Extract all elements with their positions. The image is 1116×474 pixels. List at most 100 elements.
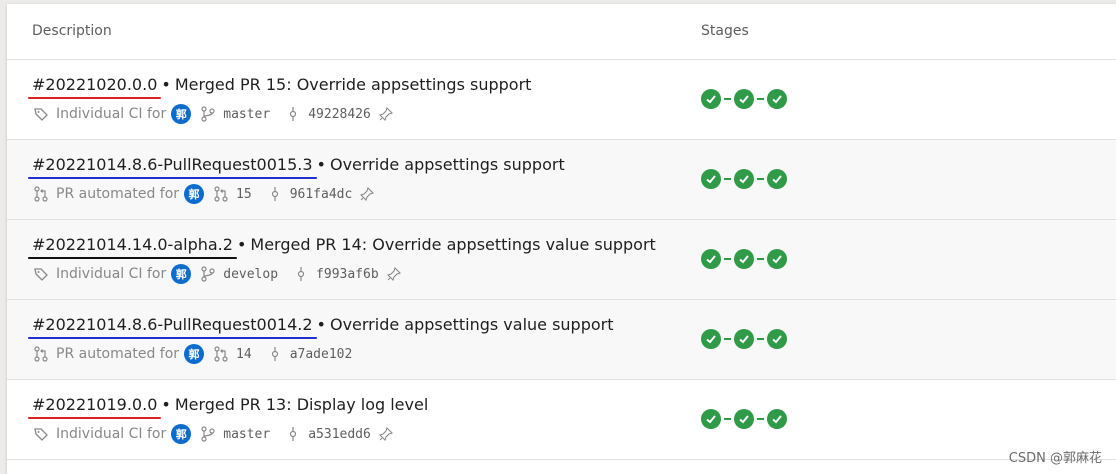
stage-connector [724,178,731,180]
check-icon[interactable] [701,409,721,429]
commit-icon [284,105,302,123]
table-row[interactable]: #20221014.8.6-PullRequest0014.2 • Override… [7,300,1116,380]
column-header-stages: Stages [701,23,749,39]
pull-request-icon [212,345,230,363]
branch-name[interactable]: develop [223,267,278,282]
tag-icon [32,265,50,283]
stage-connector [724,418,731,420]
stages-indicator[interactable] [701,89,787,109]
blue-underline-annotation [28,337,317,339]
separator-dot: • [316,315,326,334]
separator-dot: • [161,75,171,94]
pull-request-number[interactable]: 15 [236,187,252,202]
check-icon[interactable] [767,329,787,349]
table-row[interactable]: #20221014.14.0-alpha.2 • Merged PR 14: Ove… [7,220,1116,300]
check-icon[interactable] [734,409,754,429]
build-number-link[interactable]: #20221020.0.0 [28,75,162,99]
pull-request-icon [32,185,50,203]
pull-request-number[interactable]: 14 [236,347,252,362]
trigger-label: Individual CI for [56,266,167,282]
check-icon[interactable] [767,409,787,429]
trigger-label: PR automated for [56,346,180,362]
stages-indicator[interactable] [701,169,787,189]
table-row[interactable]: #20221014.8.6-PullRequest0015.3 • Override… [7,140,1116,220]
separator-dot: • [236,235,247,254]
red-underline-annotation [28,417,162,419]
build-number-link[interactable]: #20221019.0.0 [28,395,162,419]
run-meta: Individual CI for 郭 master a531edd6 [32,424,401,444]
check-icon[interactable] [734,169,754,189]
pin-icon[interactable] [377,105,395,123]
build-number-link[interactable]: #20221014.8.6-PullRequest0015.3 [28,155,317,179]
commit-icon [292,265,310,283]
trigger-label: Individual CI for [56,106,167,122]
black-underline-annotation [28,257,237,259]
commit-hash[interactable]: 961fa4dc [290,187,353,202]
table-row[interactable]: #20221020.0.0 • Merged PR 15: Override app… [7,60,1116,140]
run-meta: Individual CI for 郭 develop f993af6b [32,264,409,284]
pull-request-icon [32,345,50,363]
run-title: Merged PR 15: Override appsettings suppo… [174,75,532,94]
branch-icon [199,425,217,443]
check-icon[interactable] [767,89,787,109]
run-title-line: #20221014.8.6-PullRequest0014.2 • Override… [28,315,614,339]
tag-icon [32,105,50,123]
stage-connector [724,258,731,260]
separator-dot: • [316,155,326,174]
check-icon[interactable] [767,169,787,189]
run-title: Merged PR 13: Display log level [174,395,429,414]
stage-connector [757,338,764,340]
stage-connector [724,98,731,100]
commit-icon [266,185,284,203]
avatar[interactable]: 郭 [171,264,192,284]
red-underline-annotation [28,97,162,99]
branch-icon [199,265,217,283]
stages-indicator[interactable] [701,249,787,269]
run-title: Override appsettings value support [329,315,614,334]
run-title-line: #20221014.14.0-alpha.2 • Merged PR 14: Ove… [28,235,656,259]
check-icon[interactable] [734,329,754,349]
run-title: Merged PR 14: Override appsettings value… [250,235,656,254]
table-row[interactable]: #20221019.0.0 • Merged PR 13: Display log … [7,380,1116,460]
pin-icon[interactable] [385,265,403,283]
watermark: CSDN @郭麻花 [1008,451,1102,466]
commit-hash[interactable]: a531edd6 [308,427,371,442]
build-number-link[interactable]: #20221014.14.0-alpha.2 [28,235,237,259]
avatar[interactable]: 郭 [171,104,192,124]
avatar[interactable]: 郭 [171,424,192,444]
run-title: Override appsettings support [329,155,565,174]
commit-icon [266,345,284,363]
commit-hash[interactable]: a7ade102 [290,347,353,362]
check-icon[interactable] [701,169,721,189]
avatar[interactable]: 郭 [184,184,205,204]
build-number-link[interactable]: #20221014.8.6-PullRequest0014.2 [28,315,317,339]
separator-dot: • [161,395,171,414]
table-header: Description Stages [7,4,1116,60]
pin-icon[interactable] [358,185,376,203]
tag-icon [32,425,50,443]
check-icon[interactable] [701,89,721,109]
branch-name[interactable]: master [223,427,270,442]
stages-indicator[interactable] [701,409,787,429]
trigger-label: PR automated for [56,186,180,202]
run-title-line: #20221014.8.6-PullRequest0015.3 • Override… [28,155,565,179]
pipeline-runs-table: Description Stages #20221020.0.0 • Merged … [7,4,1116,474]
check-icon[interactable] [767,249,787,269]
check-icon[interactable] [701,249,721,269]
stage-connector [757,178,764,180]
commit-hash[interactable]: f993af6b [316,267,379,282]
blue-underline-annotation [28,177,317,179]
column-header-description: Description [32,23,112,39]
check-icon[interactable] [734,249,754,269]
run-meta: PR automated for 郭 15 961fa4dc [32,184,382,204]
run-title-line: #20221020.0.0 • Merged PR 15: Override app… [28,75,532,99]
pin-icon[interactable] [377,425,395,443]
check-icon[interactable] [701,329,721,349]
stages-indicator[interactable] [701,329,787,349]
check-icon[interactable] [734,89,754,109]
branch-name[interactable]: master [223,107,270,122]
commit-hash[interactable]: 49228426 [308,107,371,122]
stage-connector [757,98,764,100]
avatar[interactable]: 郭 [184,344,205,364]
run-meta: Individual CI for 郭 master 49228426 [32,104,401,124]
